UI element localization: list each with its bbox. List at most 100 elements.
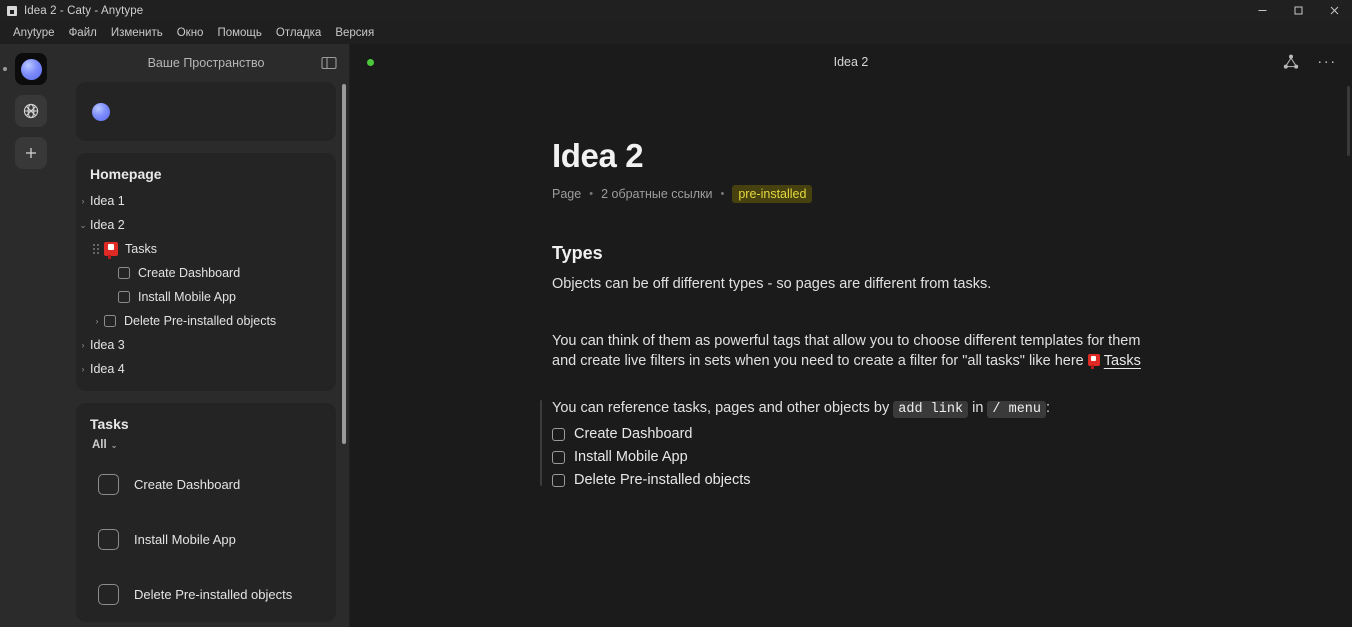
chevron-right-icon[interactable]: › [76,364,90,374]
list-item-label: Install Mobile App [134,532,236,547]
app-icon [7,5,17,16]
sidebar-item-install-mobile-app[interactable]: › Install Mobile App [76,285,336,309]
task-checkbox[interactable] [552,473,565,487]
chevron-down-icon[interactable]: ⌄ [111,441,118,450]
checklist-item[interactable]: Delete Pre-installed objects [552,472,1192,488]
page-title[interactable]: Idea 2 [552,137,1352,174]
menu-item-help[interactable]: Помощь [210,24,268,42]
list-item-label: Delete Pre-installed objects [134,587,293,602]
paragraph-text: : [1046,400,1051,417]
chevron-right-icon[interactable]: › [76,196,90,206]
task-checkbox[interactable] [98,474,119,495]
tasks-set-icon [1087,354,1100,370]
graph-relations-icon[interactable] [1280,51,1302,73]
sidebar-item-label: Idea 3 [90,338,125,352]
code-slash-menu: / menu [987,401,1047,419]
tasks-filter-label: All [92,439,107,451]
sidebar-scrollbar[interactable] [342,84,346,444]
section-heading-types[interactable]: Types [552,243,1352,264]
sidebar-item-idea-2[interactable]: ⌄ Idea 2 [76,213,336,237]
paragraph-types-description[interactable]: Objects can be off different types - so … [552,274,1152,295]
chevron-right-icon[interactable]: › [90,316,104,326]
reference-block[interactable]: You can reference tasks, pages and other… [540,398,1192,488]
sidebar-item-label: Create Dashboard [138,266,241,280]
window-titlebar: Idea 2 - Caty - Anytype [0,0,1352,21]
menu-item-version[interactable]: Версия [328,24,381,42]
sidebar-item-label: Delete Pre-installed objects [124,314,277,328]
menu-item-file[interactable]: Файл [62,24,104,42]
menu-item-anytype[interactable]: Anytype [6,24,62,42]
space-avatar-orb [20,58,42,80]
checklist-item[interactable]: Install Mobile App [552,449,1192,465]
minimize-button[interactable] [1244,0,1280,21]
chevron-down-icon[interactable]: ⌄ [76,220,90,230]
checklist-item[interactable]: Create Dashboard [552,426,1192,442]
checklist-item-label: Install Mobile App [574,449,688,466]
page-title-header: Idea 2 [833,55,869,69]
space-switcher[interactable] [3,53,47,85]
chevron-right-icon[interactable]: › [76,340,90,350]
plus-icon[interactable] [15,137,47,169]
task-checkbox[interactable] [98,529,119,550]
tasks-filter-dropdown[interactable]: All ⌄ [76,439,336,457]
task-checkbox[interactable] [118,291,130,303]
list-item-label: Create Dashboard [134,477,241,492]
sidebar: Ваше Пространство Homepage › Idea 1 ⌄ Id… [62,44,350,627]
paragraph-reference-objects[interactable]: You can reference tasks, pages and other… [552,398,1152,419]
homepage-widget-title[interactable]: Homepage [76,153,336,189]
status-badge[interactable]: pre-installed [732,185,813,204]
sidebar-item-delete-preinstalled[interactable]: › Delete Pre-installed objects [76,309,336,333]
space-card[interactable] [76,82,336,141]
paragraph-text: You can reference tasks, pages and other… [552,400,894,417]
space-card-avatar [92,102,110,121]
globe-icon[interactable] [15,95,47,127]
menu-item-debug[interactable]: Отладка [269,24,328,42]
main-scrollbar[interactable] [1347,86,1350,156]
list-item[interactable]: Install Mobile App [76,512,336,567]
sidebar-toggle-icon[interactable] [318,52,340,74]
menu-item-edit[interactable]: Изменить [104,24,170,42]
more-options-icon[interactable]: ··· [1316,51,1338,73]
main-content: Idea 2 ··· Idea 2 Page • 2 обратные ссыл… [350,44,1352,627]
task-checkbox[interactable] [552,427,565,441]
paragraph-text: You can think of them as powerful tags t… [552,332,1141,370]
list-item[interactable]: Delete Pre-installed objects [76,567,336,622]
sidebar-item-tasks[interactable]: Tasks [76,237,336,261]
backlinks-label[interactable]: 2 обратные ссылки [601,187,712,201]
sidebar-item-create-dashboard[interactable]: › Create Dashboard [76,261,336,285]
task-checkbox[interactable] [104,315,116,327]
tasks-widget: Tasks All ⌄ Create Dashboard Install Mob… [76,403,336,622]
code-add-link: add link [893,401,969,419]
tasks-widget-title[interactable]: Tasks [76,403,336,439]
object-type-label[interactable]: Page [552,187,581,201]
sidebar-item-idea-4[interactable]: › Idea 4 [76,357,336,381]
paragraph-text: in [968,400,988,417]
tasks-object-link[interactable]: Tasks [1104,353,1141,369]
sidebar-item-idea-3[interactable]: › Idea 3 [76,333,336,357]
sidebar-item-idea-1[interactable]: › Idea 1 [76,189,336,213]
window-controls [1244,0,1352,21]
page-metadata: Page • 2 обратные ссылки • pre-installed [552,185,1352,204]
paragraph-powerful-tags[interactable]: You can think of them as powerful tags t… [552,331,1152,372]
menu-item-window[interactable]: Окно [170,24,211,42]
space-avatar[interactable] [15,53,47,85]
sidebar-item-label: Idea 1 [90,194,125,208]
task-checkbox[interactable] [118,267,130,279]
list-item[interactable]: Create Dashboard [76,457,336,512]
sidebar-item-label: Install Mobile App [138,290,236,304]
meta-separator: • [720,188,725,201]
app-body: Ваше Пространство Homepage › Idea 1 ⌄ Id… [0,44,1352,627]
task-checkbox[interactable] [552,450,565,464]
sidebar-title: Ваше Пространство [147,56,265,70]
close-button[interactable] [1316,0,1352,21]
sidebar-scroll-area[interactable]: Homepage › Idea 1 ⌄ Idea 2 Tasks Create … [62,82,350,627]
task-checkbox[interactable] [98,584,119,605]
sidebar-item-label: Idea 2 [90,218,125,232]
document-body[interactable]: Idea 2 Page • 2 обратные ссылки • pre-in… [350,80,1352,627]
sidebar-item-label: Idea 4 [90,362,125,376]
drag-handle-icon[interactable] [90,244,102,254]
maximize-button[interactable] [1280,0,1316,21]
more-options-glyph: ··· [1317,53,1337,70]
menubar: Anytype Файл Изменить Окно Помощь Отладк… [0,21,1352,44]
sidebar-item-label: Tasks [125,242,157,256]
